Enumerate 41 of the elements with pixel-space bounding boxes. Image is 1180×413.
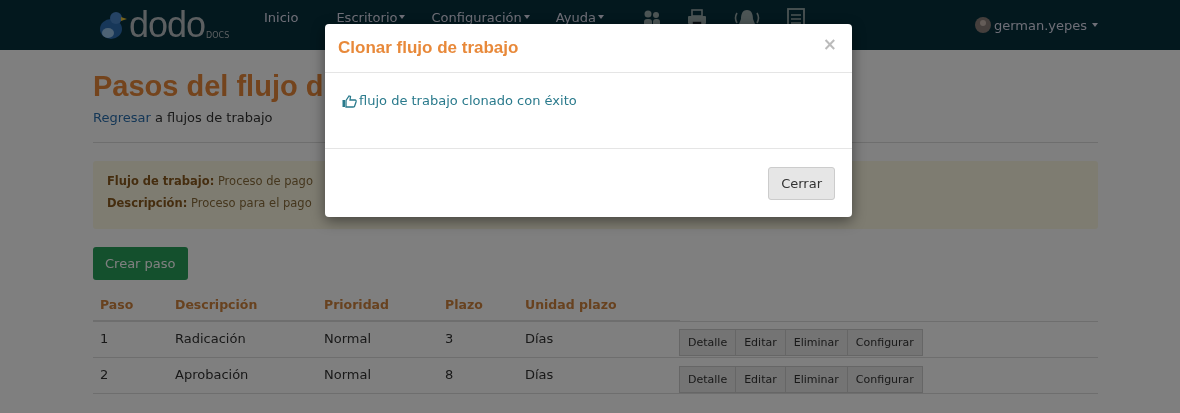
menu-item[interactable]: Configuración xyxy=(431,9,546,25)
column-header: Paso xyxy=(93,297,168,321)
thumbs-up-icon xyxy=(342,95,357,108)
action-button[interactable]: Editar xyxy=(735,329,786,357)
avatar-icon xyxy=(974,17,991,33)
table-cell: Normal xyxy=(317,357,438,394)
bird-icon xyxy=(98,9,128,41)
action-button[interactable]: Eliminar xyxy=(784,329,848,357)
info-line: Flujo de trabajo: Proceso de pago xyxy=(107,174,313,188)
action-button[interactable]: Configurar xyxy=(846,329,923,357)
close-dialog-button[interactable]: Cerrar xyxy=(768,166,835,200)
page-title: Pasos del flujo d xyxy=(93,70,324,102)
close-button[interactable]: × xyxy=(820,34,839,54)
user-menu[interactable]: german.yepes xyxy=(974,17,1098,33)
success-message: flujo de trabajo clonado con éxito xyxy=(359,93,577,108)
column-header: Prioridad xyxy=(317,297,438,321)
action-button[interactable]: Detalle xyxy=(679,329,737,357)
action-button[interactable]: Eliminar xyxy=(784,365,848,393)
column-header: Unidad plazo xyxy=(518,297,680,321)
table-cell: 1 xyxy=(93,321,168,358)
table-cell: Radicación xyxy=(168,321,317,358)
action-button[interactable]: Configurar xyxy=(846,365,923,393)
info-line: Descripción: Proceso para el pago xyxy=(107,196,312,210)
table-cell: Aprobación xyxy=(168,357,317,394)
create-step-button[interactable]: Crear paso xyxy=(93,247,188,280)
column-header: Descripción xyxy=(168,297,317,321)
logo-subtitle: DOCS xyxy=(206,31,230,40)
table-cell: 3 xyxy=(438,321,518,358)
back-text: Regresar a flujos de trabajo xyxy=(93,110,273,125)
menu-item[interactable]: Ayuda xyxy=(555,9,620,25)
action-button[interactable]: Editar xyxy=(735,365,786,393)
column-header: Plazo xyxy=(438,297,518,321)
modal-title: Clonar flujo de trabajo xyxy=(338,38,519,58)
menu-item[interactable]: Inicio xyxy=(264,9,315,25)
back-link[interactable]: Regresar xyxy=(93,110,151,125)
action-button[interactable]: Detalle xyxy=(679,365,737,393)
table-cell: 2 xyxy=(93,357,168,394)
menu-item[interactable]: Escritorio xyxy=(336,9,422,25)
logo-text[interactable]: dodo xyxy=(129,7,206,43)
table-cell: 8 xyxy=(438,357,518,394)
table-cell: Normal xyxy=(317,321,438,358)
